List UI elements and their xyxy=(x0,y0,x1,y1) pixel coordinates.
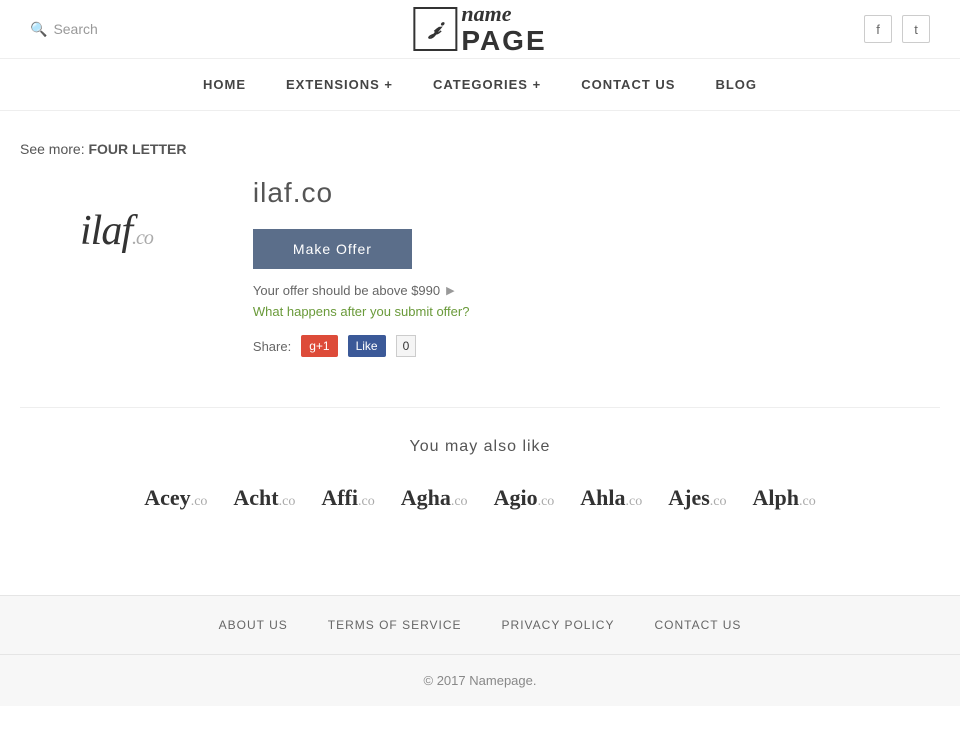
nav-home[interactable]: HOME xyxy=(203,77,246,92)
site-header: 🔍 Search 𝓳 name PAGE f t xyxy=(0,0,960,59)
nav-blog[interactable]: BLOG xyxy=(715,77,757,92)
facebook-count: 0 xyxy=(396,335,417,357)
make-offer-button[interactable]: Make Offer xyxy=(253,229,412,269)
facebook-like-button[interactable]: Like xyxy=(348,335,386,357)
share-label: Share: xyxy=(253,339,291,354)
see-more: See more: FOUR LETTER xyxy=(20,141,940,157)
search-area[interactable]: 🔍 Search xyxy=(30,21,98,38)
search-label[interactable]: Search xyxy=(53,21,97,37)
domain-card-tld: .co xyxy=(191,494,208,509)
gplus-label: g+1 xyxy=(309,339,329,353)
suggestions-section: You may also like Acey.coAcht.coAffi.coA… xyxy=(20,407,940,515)
see-more-link[interactable]: FOUR LETTER xyxy=(88,141,186,157)
domain-card[interactable]: Ahla.co xyxy=(572,481,650,515)
see-more-label: See more: xyxy=(20,141,85,157)
suggestions-title: You may also like xyxy=(20,438,940,456)
domain-card-tld: .co xyxy=(626,494,643,509)
domain-card-name: Agha xyxy=(401,485,451,510)
share-area: Share: g+1 Like 0 xyxy=(253,335,940,357)
domain-card-name: Ahla xyxy=(580,485,625,510)
domain-display: ilaf.co ilaf.co Make Offer Your offer sh… xyxy=(20,177,940,357)
domain-card-tld: .co xyxy=(279,494,296,509)
domain-card-tld: .co xyxy=(538,494,555,509)
offer-info-text: Your offer should be above $990 xyxy=(253,283,440,298)
footer-contact[interactable]: CONTACT US xyxy=(654,618,741,632)
domain-card-name: Alph xyxy=(753,485,799,510)
what-happens-link[interactable]: What happens after you submit offer? xyxy=(253,304,940,319)
domain-card-name: Agio xyxy=(494,485,538,510)
offer-info: Your offer should be above $990 ▶ xyxy=(253,283,940,298)
main-content: See more: FOUR LETTER ilaf.co ilaf.co Ma… xyxy=(0,111,960,545)
domain-card-tld: .co xyxy=(799,494,816,509)
domain-card-name: Ajes xyxy=(668,485,710,510)
facebook-icon[interactable]: f xyxy=(864,15,892,43)
search-icon: 🔍 xyxy=(30,21,47,38)
logo-icon-char: 𝓳 xyxy=(429,17,441,40)
domain-card[interactable]: Agha.co xyxy=(393,481,476,515)
logo-text: name PAGE xyxy=(461,2,546,57)
domain-title: ilaf.co xyxy=(253,177,940,209)
domain-cards: Acey.coAcht.coAffi.coAgha.coAgio.coAhla.… xyxy=(20,481,940,515)
domain-card-name: Acey xyxy=(144,485,190,510)
logo-icon-box: 𝓳 xyxy=(413,7,457,51)
domain-card-tld: .co xyxy=(451,494,468,509)
nav-categories[interactable]: CATEGORIES + xyxy=(433,77,541,92)
domain-logo-tld: .co xyxy=(132,227,153,249)
social-icons: f t xyxy=(864,15,930,43)
footer-brand-link[interactable]: Namepage. xyxy=(469,673,536,688)
domain-logo-name: ilaf xyxy=(80,208,132,254)
domain-card[interactable]: Alph.co xyxy=(745,481,824,515)
nav-extensions[interactable]: EXTENSIONS + xyxy=(286,77,393,92)
footer-links: ABOUT US TERMS OF SERVICE PRIVACY POLICY… xyxy=(0,596,960,655)
offer-arrow-icon: ▶ xyxy=(446,284,454,297)
footer-terms[interactable]: TERMS OF SERVICE xyxy=(328,618,462,632)
domain-card-tld: .co xyxy=(358,494,375,509)
logo-name: name xyxy=(461,2,546,26)
logo[interactable]: 𝓳 name PAGE xyxy=(413,2,546,57)
footer-copyright: © 2017 Namepage. xyxy=(0,655,960,706)
site-footer: ABOUT US TERMS OF SERVICE PRIVACY POLICY… xyxy=(0,595,960,706)
domain-card-name: Acht xyxy=(233,485,278,510)
domain-logo-display: ilaf.co xyxy=(80,207,153,255)
domain-card[interactable]: Affi.co xyxy=(313,481,382,515)
domain-card-tld: .co xyxy=(710,494,727,509)
domain-card[interactable]: Acht.co xyxy=(225,481,303,515)
footer-privacy[interactable]: PRIVACY POLICY xyxy=(502,618,615,632)
google-plus-button[interactable]: g+1 xyxy=(301,335,337,357)
domain-card[interactable]: Ajes.co xyxy=(660,481,734,515)
logo-area: 𝓳 name PAGE xyxy=(413,2,546,57)
domain-card[interactable]: Acey.co xyxy=(136,481,215,515)
twitter-icon[interactable]: t xyxy=(902,15,930,43)
footer-about[interactable]: ABOUT US xyxy=(219,618,288,632)
nav-contact[interactable]: CONTACT US xyxy=(581,77,675,92)
fb-like-label: Like xyxy=(356,339,378,353)
copyright-year: © 2017 xyxy=(424,673,466,688)
logo-page: PAGE xyxy=(461,26,546,57)
domain-info-panel: ilaf.co Make Offer Your offer should be … xyxy=(213,177,940,357)
domain-card-name: Affi xyxy=(321,485,358,510)
main-nav: HOME EXTENSIONS + CATEGORIES + CONTACT U… xyxy=(0,59,960,111)
domain-card[interactable]: Agio.co xyxy=(486,481,563,515)
